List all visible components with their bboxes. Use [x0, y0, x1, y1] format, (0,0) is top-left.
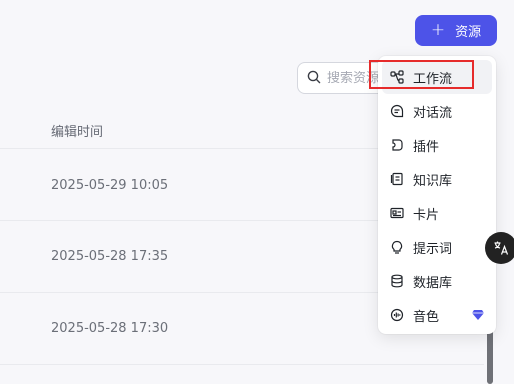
- diamond-icon: [472, 309, 484, 324]
- add-resource-button[interactable]: + 资源: [415, 15, 497, 46]
- resource-type-menu: 工作流 对话流 插件 知识库 卡片 提示词 数据库 音色: [378, 56, 496, 334]
- workflow-icon: [390, 70, 404, 84]
- chatflow-icon: [390, 104, 404, 118]
- database-icon: [390, 274, 404, 288]
- menu-item-label: 音色: [413, 309, 440, 325]
- plugin-icon: [390, 138, 404, 152]
- menu-item-label: 知识库: [413, 173, 453, 189]
- card-icon: [390, 206, 404, 220]
- menu-item-label: 卡片: [413, 207, 440, 223]
- menu-item-label: 数据库: [413, 275, 453, 291]
- menu-item-plugin[interactable]: 插件: [382, 128, 492, 162]
- prompt-icon: [390, 240, 404, 254]
- translate-icon[interactable]: [485, 232, 514, 264]
- menu-item-card[interactable]: 卡片: [382, 196, 492, 230]
- knowledge-icon: [390, 172, 404, 186]
- menu-item-label: 对话流: [413, 105, 453, 121]
- search-icon: [307, 69, 321, 88]
- menu-item-label: 提示词: [413, 241, 453, 257]
- add-resource-label: 资源: [455, 25, 482, 40]
- menu-item-label: 插件: [413, 139, 440, 155]
- table-row[interactable]: 2025-05-28 17:35: [51, 249, 168, 264]
- row-divider: [0, 364, 484, 365]
- menu-item-database[interactable]: 数据库: [382, 264, 492, 298]
- voice-icon: [390, 308, 404, 322]
- menu-item-workflow[interactable]: 工作流: [382, 60, 492, 94]
- menu-item-label: 工作流: [413, 71, 453, 87]
- column-header-edit-time[interactable]: 编辑时间: [51, 121, 103, 140]
- menu-item-knowledge[interactable]: 知识库: [382, 162, 492, 196]
- menu-item-chatflow[interactable]: 对话流: [382, 94, 492, 128]
- menu-item-prompt[interactable]: 提示词: [382, 230, 492, 264]
- menu-item-voice[interactable]: 音色: [382, 298, 492, 332]
- plus-icon: +: [430, 20, 446, 40]
- table-row[interactable]: 2025-05-28 17:30: [51, 321, 168, 336]
- table-row[interactable]: 2025-05-29 10:05: [51, 178, 168, 193]
